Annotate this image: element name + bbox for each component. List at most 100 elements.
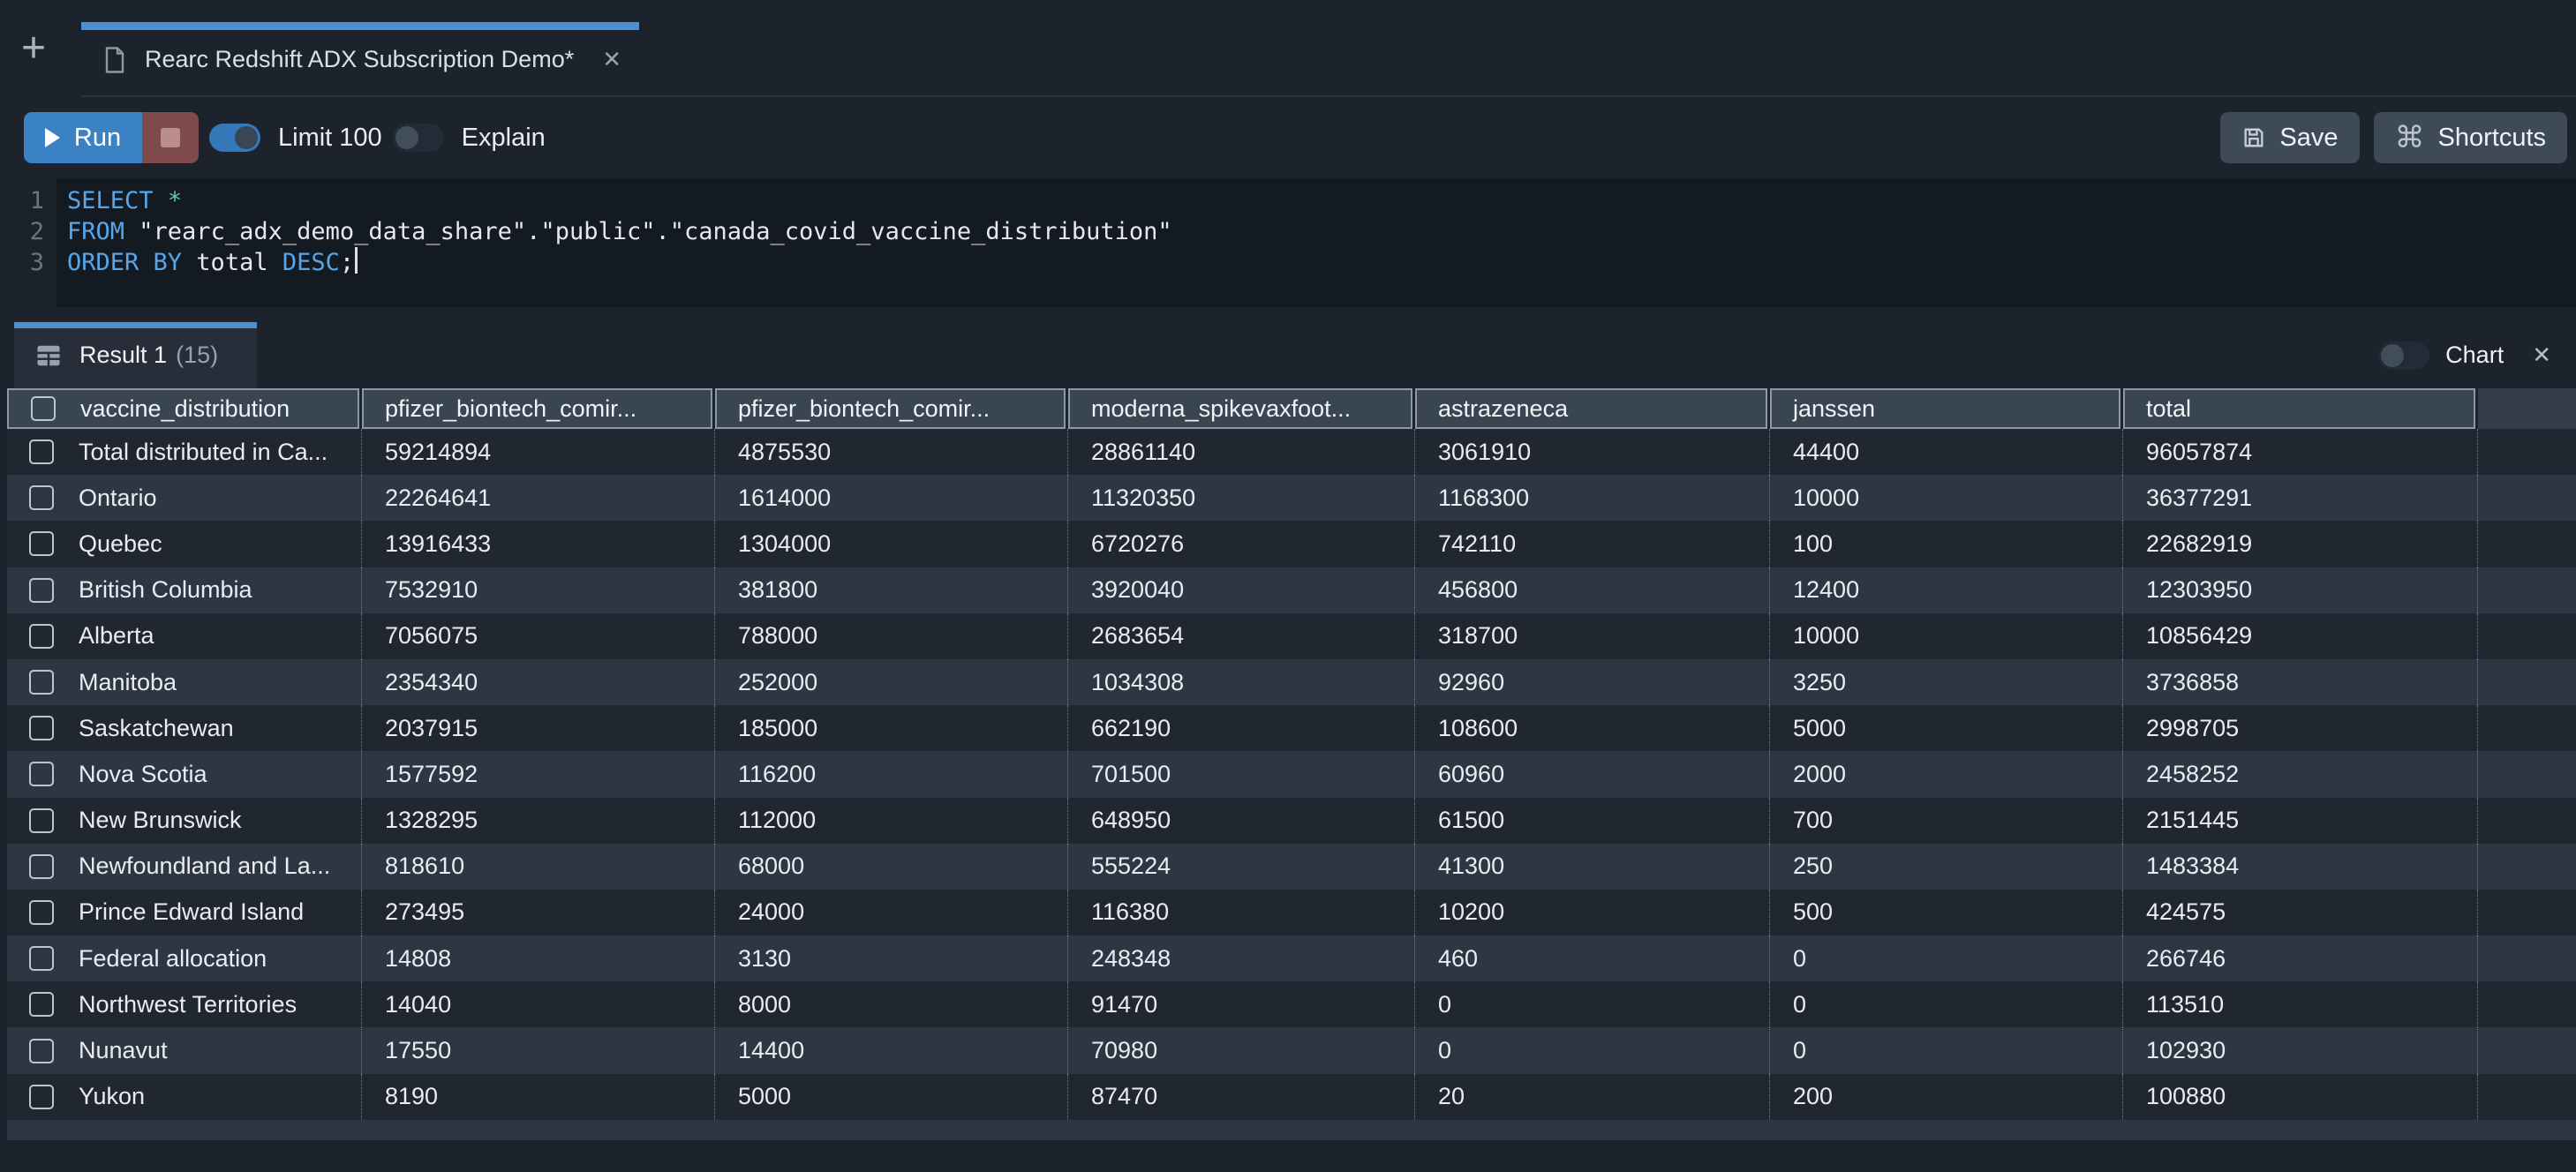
table-cell[interactable]: 87470 <box>1068 1074 1415 1120</box>
table-cell[interactable]: 36377291 <box>2123 475 2478 521</box>
table-cell[interactable]: Total distributed in Ca... <box>7 429 362 475</box>
table-cell[interactable]: 28861140 <box>1068 429 1415 475</box>
table-cell[interactable]: 116200 <box>715 751 1068 797</box>
table-row[interactable]: Nunavut17550144007098000102930 <box>7 1027 2576 1073</box>
table-cell[interactable]: 10000 <box>1770 613 2123 659</box>
table-row[interactable]: Newfoundland and La...818610680005552244… <box>7 844 2576 890</box>
table-cell[interactable]: 252000 <box>715 659 1068 705</box>
table-cell[interactable]: 1577592 <box>362 751 715 797</box>
row-checkbox[interactable] <box>29 440 54 464</box>
editor-tab[interactable]: Rearc Redshift ADX Subscription Demo* ✕ <box>81 22 639 97</box>
result-tab[interactable]: Result 1 (15) <box>14 322 257 388</box>
table-cell[interactable]: 2151445 <box>2123 798 2478 844</box>
table-row[interactable]: Total distributed in Ca...59214894487553… <box>7 429 2576 475</box>
table-cell[interactable]: Nova Scotia <box>7 751 362 797</box>
table-cell[interactable]: 7532910 <box>362 567 715 613</box>
table-cell[interactable]: 3920040 <box>1068 567 1415 613</box>
table-cell[interactable]: 8190 <box>362 1074 715 1120</box>
row-checkbox[interactable] <box>29 716 54 740</box>
table-cell[interactable]: 788000 <box>715 613 1068 659</box>
column-header[interactable]: janssen <box>1770 388 2120 429</box>
table-cell[interactable]: 1304000 <box>715 521 1068 567</box>
table-cell[interactable]: 14040 <box>362 981 715 1027</box>
table-cell[interactable]: 460 <box>1415 935 1770 981</box>
row-checkbox[interactable] <box>29 946 54 971</box>
table-cell[interactable]: 100 <box>1770 521 2123 567</box>
table-cell[interactable]: 5000 <box>1770 705 2123 751</box>
table-cell[interactable]: 60960 <box>1415 751 1770 797</box>
column-header[interactable]: moderna_spikevaxfoot... <box>1068 388 1412 429</box>
table-cell[interactable]: Nunavut <box>7 1027 362 1073</box>
row-checkbox[interactable] <box>29 762 54 786</box>
table-row[interactable]: British Columbia753291038180039200404568… <box>7 567 2576 613</box>
table-cell[interactable]: 662190 <box>1068 705 1415 751</box>
table-cell[interactable]: Yukon <box>7 1074 362 1120</box>
table-cell[interactable]: 0 <box>1415 981 1770 1027</box>
table-cell[interactable]: 13916433 <box>362 521 715 567</box>
table-cell[interactable]: 6720276 <box>1068 521 1415 567</box>
table-cell[interactable]: 61500 <box>1415 798 1770 844</box>
table-cell[interactable]: 41300 <box>1415 844 1770 890</box>
table-cell[interactable]: 7056075 <box>362 613 715 659</box>
table-cell[interactable]: 68000 <box>715 844 1068 890</box>
table-cell[interactable]: 100880 <box>2123 1074 2478 1120</box>
column-header[interactable]: total <box>2123 388 2475 429</box>
table-cell[interactable]: 2683654 <box>1068 613 1415 659</box>
table-cell[interactable]: 318700 <box>1415 613 1770 659</box>
row-checkbox[interactable] <box>29 1085 54 1109</box>
table-cell[interactable]: 2998705 <box>2123 705 2478 751</box>
table-cell[interactable]: 10200 <box>1415 890 1770 935</box>
table-cell[interactable]: 14400 <box>715 1027 1068 1073</box>
table-cell[interactable]: 1483384 <box>2123 844 2478 890</box>
table-cell[interactable]: 456800 <box>1415 567 1770 613</box>
save-button[interactable]: Save <box>2220 112 2359 163</box>
table-cell[interactable]: 14808 <box>362 935 715 981</box>
table-cell[interactable]: Newfoundland and La... <box>7 844 362 890</box>
table-cell[interactable]: 424575 <box>2123 890 2478 935</box>
table-cell[interactable]: 11320350 <box>1068 475 1415 521</box>
table-cell[interactable]: 0 <box>1415 1027 1770 1073</box>
table-cell[interactable]: 92960 <box>1415 659 1770 705</box>
table-cell[interactable]: 12303950 <box>2123 567 2478 613</box>
row-checkbox[interactable] <box>29 485 54 510</box>
table-cell[interactable]: 2000 <box>1770 751 2123 797</box>
sql-editor[interactable]: 1SELECT *2FROM "rearc_adx_demo_data_shar… <box>0 178 2576 307</box>
table-row[interactable]: New Brunswick132829511200064895061500700… <box>7 798 2576 844</box>
table-cell[interactable]: 273495 <box>362 890 715 935</box>
table-cell[interactable]: 96057874 <box>2123 429 2478 475</box>
table-row[interactable]: Saskatchewan2037915185000662190108600500… <box>7 705 2576 751</box>
table-cell[interactable]: 185000 <box>715 705 1068 751</box>
table-cell[interactable]: British Columbia <box>7 567 362 613</box>
table-cell[interactable]: 3061910 <box>1415 429 1770 475</box>
table-row[interactable]: Yukon819050008747020200100880 <box>7 1074 2576 1120</box>
table-cell[interactable]: 4875530 <box>715 429 1068 475</box>
table-row[interactable]: Quebec1391643313040006720276742110100226… <box>7 521 2576 567</box>
table-cell[interactable]: 1614000 <box>715 475 1068 521</box>
table-cell[interactable]: 1328295 <box>362 798 715 844</box>
table-cell[interactable]: 3736858 <box>2123 659 2478 705</box>
table-cell[interactable]: Northwest Territories <box>7 981 362 1027</box>
table-cell[interactable]: 818610 <box>362 844 715 890</box>
results-close-icon[interactable]: ✕ <box>2532 342 2551 369</box>
table-cell[interactable]: Manitoba <box>7 659 362 705</box>
table-cell[interactable]: 116380 <box>1068 890 1415 935</box>
table-cell[interactable]: 266746 <box>2123 935 2478 981</box>
tab-close-icon[interactable]: ✕ <box>602 46 621 73</box>
table-cell[interactable]: 648950 <box>1068 798 1415 844</box>
table-cell[interactable]: 112000 <box>715 798 1068 844</box>
table-row[interactable]: Northwest Territories1404080009147000113… <box>7 981 2576 1027</box>
chart-toggle[interactable] <box>2378 342 2429 370</box>
table-row[interactable]: Prince Edward Island27349524000116380102… <box>7 890 2576 935</box>
table-cell[interactable]: Prince Edward Island <box>7 890 362 935</box>
row-checkbox[interactable] <box>29 1039 54 1063</box>
table-cell[interactable]: 20 <box>1415 1074 1770 1120</box>
table-cell[interactable]: Saskatchewan <box>7 705 362 751</box>
table-cell[interactable]: 8000 <box>715 981 1068 1027</box>
row-checkbox[interactable] <box>29 578 54 603</box>
table-cell[interactable]: 2458252 <box>2123 751 2478 797</box>
table-cell[interactable]: 0 <box>1770 1027 2123 1073</box>
table-row[interactable]: Manitoba23543402520001034308929603250373… <box>7 659 2576 705</box>
table-cell[interactable]: 200 <box>1770 1074 2123 1120</box>
table-cell[interactable]: Quebec <box>7 521 362 567</box>
row-checkbox[interactable] <box>29 992 54 1017</box>
